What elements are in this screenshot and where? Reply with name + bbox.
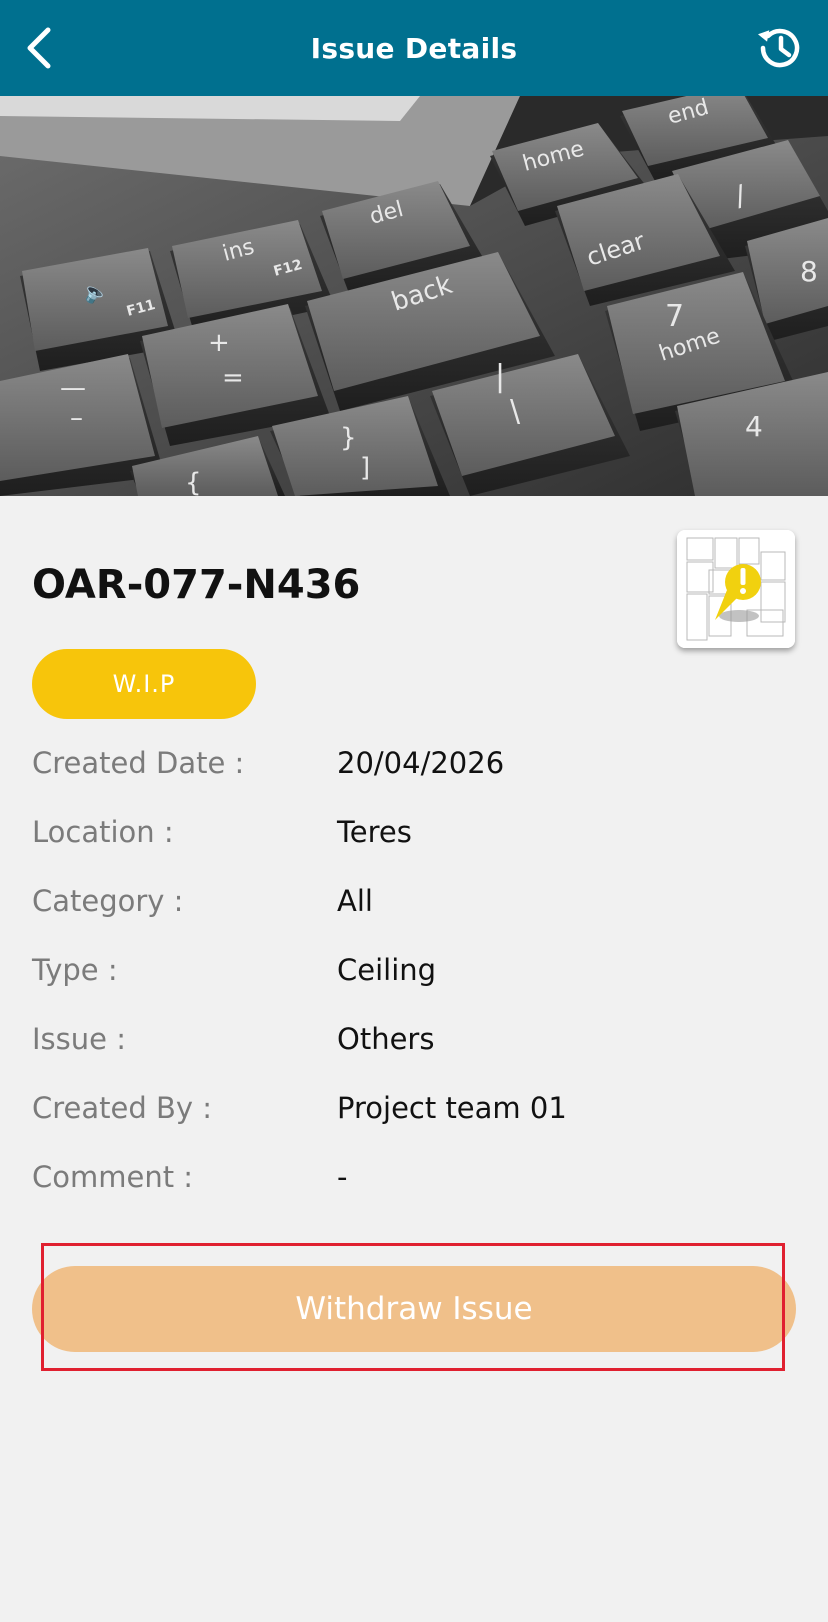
detail-value: -: [337, 1160, 348, 1194]
issue-id: OAR-077-N436: [32, 562, 361, 608]
detail-value: All: [337, 884, 373, 918]
floorplan-marker-icon: [677, 530, 795, 648]
svg-text:}: }: [340, 423, 357, 453]
detail-value: Teres: [337, 815, 412, 849]
issue-details-panel: OAR-077-N436 W.I.P Created Date: 20/04/…: [0, 496, 828, 1622]
detail-label: Issue :: [32, 1022, 126, 1056]
detail-row-created-by: Created By : Project team 01: [32, 1091, 802, 1160]
svg-text:+: +: [208, 328, 230, 358]
withdraw-issue-button[interactable]: Withdraw Issue: [32, 1266, 796, 1352]
detail-label: Type :: [32, 953, 118, 987]
keyboard-photo-image: 🔈 F11 ins F12 del home end / + = back cl…: [0, 96, 828, 496]
chevron-left-icon: [27, 27, 51, 69]
detail-row-type: Type : Ceiling: [32, 953, 802, 1022]
detail-row-comment: Comment : -: [32, 1160, 802, 1229]
history-icon: [757, 28, 800, 68]
svg-text:–: –: [70, 403, 83, 433]
svg-text:\: \: [510, 394, 521, 429]
svg-text:—: —: [60, 373, 86, 403]
detail-row-location: Location : Teres: [32, 815, 802, 884]
history-button[interactable]: [754, 22, 806, 74]
page-title: Issue Details: [310, 31, 518, 65]
floorplan-thumbnail[interactable]: [677, 530, 795, 648]
svg-text:{: {: [185, 468, 202, 496]
svg-text:7: 7: [665, 299, 684, 334]
back-button[interactable]: [22, 26, 58, 70]
detail-value: 20/04/2026: [337, 746, 505, 780]
app-header: Issue Details: [0, 0, 828, 96]
status-badge: W.I.P: [32, 649, 256, 719]
detail-value: Ceiling: [337, 953, 437, 987]
details-list: Created Date : 20/04/2026 Location : Ter…: [32, 746, 802, 1229]
issue-photo[interactable]: 🔈 F11 ins F12 del home end / + = back cl…: [0, 96, 828, 496]
detail-value: Others: [337, 1022, 435, 1056]
detail-row-created-date: Created Date : 20/04/2026: [32, 746, 802, 815]
detail-label: Category :: [32, 884, 184, 918]
svg-text:|: |: [495, 359, 505, 394]
svg-text:]: ]: [360, 453, 370, 483]
detail-row-issue: Issue : Others: [32, 1022, 802, 1091]
svg-text:=: =: [222, 363, 244, 393]
svg-text:8: 8: [800, 255, 818, 288]
svg-text:4: 4: [745, 410, 763, 443]
detail-label: Comment :: [32, 1160, 194, 1194]
detail-label: Location :: [32, 815, 174, 849]
detail-row-category: Category : All: [32, 884, 802, 953]
detail-label: Created Date :: [32, 746, 245, 780]
detail-value: Project team 01: [337, 1091, 567, 1125]
detail-label: Created By :: [32, 1091, 213, 1125]
